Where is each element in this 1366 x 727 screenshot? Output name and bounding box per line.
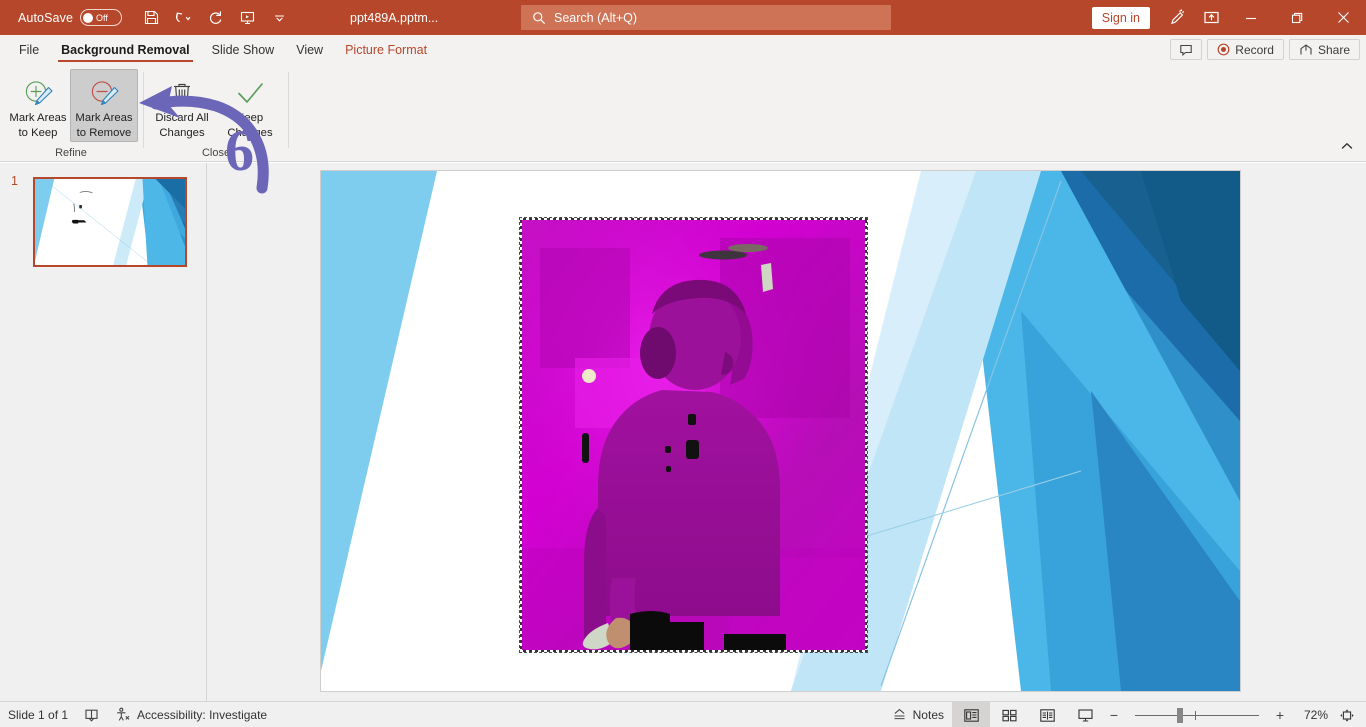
ribbon-tabs-right: Record Share [1170,35,1360,64]
ribbon: Mark Areas to Keep Mark Areas to Remove [0,64,1366,162]
search-placeholder: Search (Alt+Q) [554,10,638,25]
tab-picture-format[interactable]: Picture Format [334,35,438,64]
reading-view-icon [1039,708,1055,722]
status-bar-right: Notes − + 72% [884,702,1366,727]
zoom-slider-track [1135,714,1259,716]
zoom-slider-tick [1195,710,1196,720]
ribbon-group-close: Discard All Changes Keep Changes Close [146,64,286,162]
keep-changes-button[interactable]: Keep Changes [216,69,284,142]
mark-areas-to-keep-button[interactable]: Mark Areas to Keep [4,69,72,142]
record-label: Record [1235,42,1274,57]
draw-pen-icon[interactable] [1160,3,1194,33]
autosave-control[interactable]: AutoSave Off [18,9,123,26]
discard-all-changes-label: Discard All Changes [155,112,209,139]
zoom-level-label[interactable]: 72% [1290,708,1328,722]
zoom-slider-thumb[interactable] [1177,707,1183,723]
document-title: ppt489A.pptm... [350,10,439,25]
normal-view-icon [963,708,979,722]
comment-icon [1180,44,1193,56]
slide-sorter-view-button[interactable] [990,702,1028,727]
tab-background-removal[interactable]: Background Removal [50,35,201,64]
ribbon-tabs: File Background Removal Slide Show View … [0,35,1366,64]
ribbon-group-close-label: Close [201,147,231,159]
mark-areas-to-keep-label: Mark Areas to Keep [9,112,67,139]
tab-file[interactable]: File [8,35,50,64]
autosave-state-label: Off [96,12,108,23]
slide-canvas-area [207,163,1366,701]
titlebar-right-controls: Sign in [1091,0,1366,35]
slide-sorter-icon [1001,709,1017,721]
tab-view[interactable]: View [285,35,334,64]
ribbon-display-options-icon[interactable] [1194,3,1228,33]
autosave-toggle[interactable]: Off [80,9,123,26]
normal-view-button[interactable] [952,702,990,727]
background-removal-preview-image[interactable] [519,217,868,653]
close-button[interactable] [1320,0,1366,35]
notes-icon [894,708,905,720]
tab-slide-show[interactable]: Slide Show [201,35,286,64]
record-icon [1217,43,1230,56]
discard-all-changes-button[interactable]: Discard All Changes [148,69,216,142]
powerpoint-window: AutoSave Off ppt489A.pptm... Search (Alt… [0,0,1366,727]
notes-label: Notes [912,708,944,722]
zoom-in-button[interactable]: + [1270,707,1290,723]
minimize-button[interactable] [1228,0,1274,35]
comments-button[interactable] [1170,39,1203,60]
checkmark-icon [234,78,266,109]
status-bar: Slide 1 of 1 Accessibility: Investigate [0,701,1366,727]
chevron-down-icon[interactable] [264,5,294,31]
trash-icon [168,78,196,109]
slide-thumbnail-preview [35,179,185,265]
reading-view-button[interactable] [1028,702,1066,727]
accessibility-label: Accessibility: Investigate [137,707,268,722]
ribbon-group-refine: Mark Areas to Keep Mark Areas to Remove [0,64,142,162]
mark-remove-icon [87,78,121,109]
zoom-out-button[interactable]: − [1104,707,1124,723]
record-button[interactable]: Record [1207,39,1284,60]
slide-canvas[interactable] [320,170,1241,692]
save-icon[interactable] [136,5,166,31]
quick-access-toolbar [136,5,294,31]
spelling-icon[interactable] [76,702,107,727]
mark-areas-to-remove-label: Mark Areas to Remove [75,112,133,139]
collapse-ribbon-button[interactable] [1334,135,1360,157]
autosave-toggle-knob [83,12,94,23]
share-button[interactable]: Share [1288,39,1360,60]
search-input[interactable]: Search (Alt+Q) [521,5,891,30]
share-label: Share [1317,42,1350,57]
keep-changes-label: Keep Changes [227,112,273,139]
slide-thumbnail-number: 1 [11,174,18,188]
notes-button[interactable]: Notes [884,702,952,727]
zoom-slider[interactable] [1131,702,1263,727]
accessibility-status[interactable]: Accessibility: Investigate [107,702,275,727]
thumbnail-theme-graphic [35,179,185,265]
mark-areas-to-remove-button[interactable]: Mark Areas to Remove [70,69,138,142]
start-presentation-icon[interactable] [232,5,262,31]
preview-image-content [520,218,867,652]
slide-counter[interactable]: Slide 1 of 1 [0,702,76,727]
sign-in-button[interactable]: Sign in [1091,6,1150,29]
redo-icon[interactable] [200,5,230,31]
autosave-label: AutoSave [18,10,74,25]
mark-keep-icon [21,78,55,109]
ribbon-group-divider-2 [288,72,289,148]
fit-to-window-icon [1340,708,1354,722]
undo-icon[interactable] [168,5,198,31]
accessibility-icon [117,707,130,721]
search-icon [533,11,545,24]
fit-slide-to-window-button[interactable] [1328,702,1366,727]
slide-show-button[interactable] [1066,702,1104,727]
share-icon [1300,44,1312,55]
slide-show-icon [1077,708,1093,722]
chevron-up-icon [1341,143,1353,149]
slide-thumbnail-1[interactable] [33,177,187,267]
ribbon-group-divider-1 [143,72,144,148]
ribbon-group-refine-label: Refine [55,147,87,159]
title-bar: AutoSave Off ppt489A.pptm... Search (Alt… [0,0,1366,35]
restore-button[interactable] [1274,0,1320,35]
